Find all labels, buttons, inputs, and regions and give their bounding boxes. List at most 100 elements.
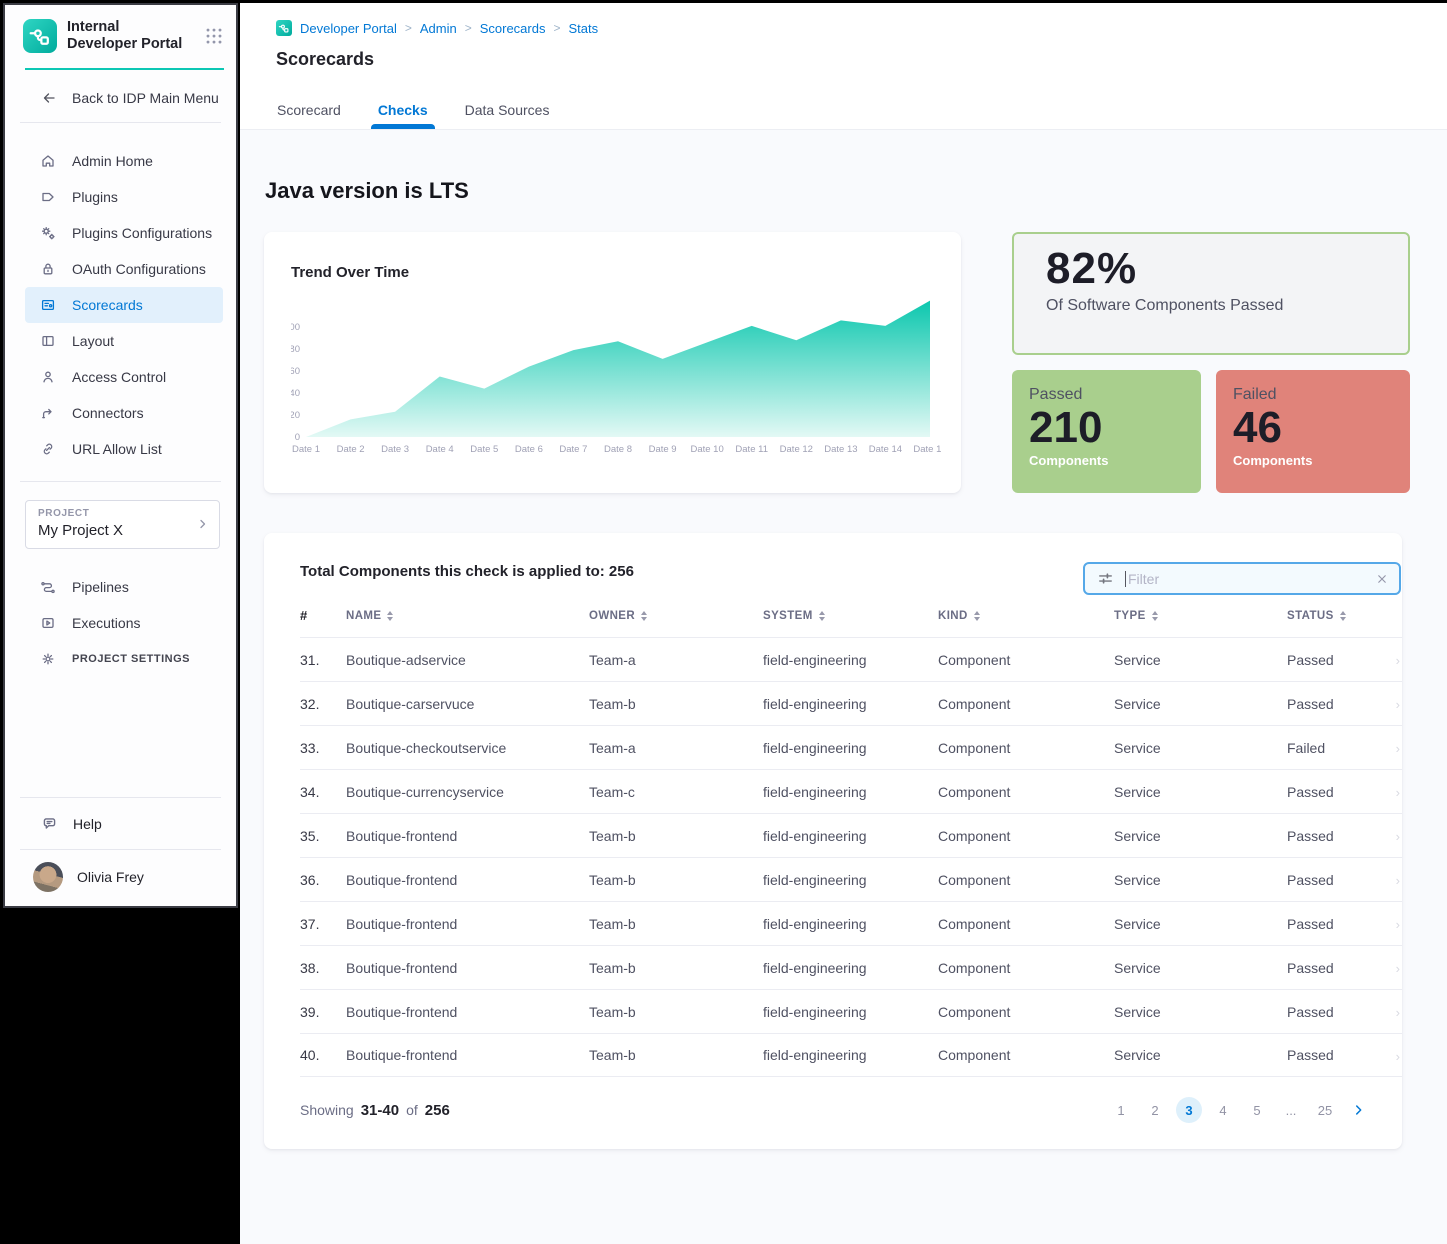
cell-owner: Team-b <box>589 696 763 712</box>
cell-num: 35. <box>300 828 346 844</box>
showing-label: Showing <box>300 1102 354 1118</box>
row-chevron-icon: › <box>1396 829 1400 844</box>
breadcrumb-link-admin[interactable]: Admin <box>420 21 457 36</box>
table-row[interactable]: 36.Boutique-frontendTeam-bfield-engineer… <box>300 857 1402 901</box>
page-2[interactable]: 2 <box>1142 1097 1168 1123</box>
sort-icon[interactable] <box>1340 611 1346 621</box>
table-row[interactable]: 39.Boutique-frontendTeam-bfield-engineer… <box>300 989 1402 1033</box>
table-row[interactable]: 31.Boutique-adserviceTeam-afield-enginee… <box>300 637 1402 681</box>
execution-icon <box>40 615 56 631</box>
sidebar-item-oauth-configurations[interactable]: OAuth Configurations <box>25 251 223 287</box>
sidebar-item-label: Scorecards <box>72 297 143 313</box>
chart-title: Trend Over Time <box>291 264 945 281</box>
column-label: NAME <box>346 610 381 622</box>
sidebar-item-layout[interactable]: Layout <box>25 323 223 359</box>
close-icon[interactable] <box>1375 572 1389 586</box>
cell-status: Passed <box>1287 916 1402 932</box>
cell-name: Boutique-checkoutservice <box>346 740 589 756</box>
cell-kind: Component <box>938 1004 1114 1020</box>
filter-sliders-icon[interactable] <box>1097 570 1114 587</box>
tab-checks[interactable]: Checks <box>378 102 428 129</box>
passed-card: Passed 210 Components <box>1012 370 1201 493</box>
sort-icon[interactable] <box>387 611 393 621</box>
tab-data-sources[interactable]: Data Sources <box>465 102 550 129</box>
tab-scorecard[interactable]: Scorecard <box>277 102 341 129</box>
column-header-status[interactable]: STATUS <box>1287 608 1402 623</box>
cell-system: field-engineering <box>763 740 938 756</box>
sort-icon[interactable] <box>641 611 647 621</box>
sidebar-item-plugins-configurations[interactable]: Plugins Configurations <box>25 215 223 251</box>
showing-summary: Showing 31-40 of 256 <box>300 1102 450 1119</box>
cell-name: Boutique-frontend <box>346 960 589 976</box>
showing-total: 256 <box>425 1102 450 1119</box>
help-button[interactable]: Help <box>5 798 236 849</box>
sidebar-item-label: URL Allow List <box>72 441 162 457</box>
filter-input[interactable] <box>1126 570 1375 588</box>
svg-text:60: 60 <box>291 366 300 377</box>
cell-kind: Component <box>938 960 1114 976</box>
passed-value: 210 <box>1029 404 1201 452</box>
cell-status: Passed <box>1287 652 1402 668</box>
column-header-owner[interactable]: OWNER <box>589 608 763 623</box>
sort-icon[interactable] <box>974 611 980 621</box>
column-label: TYPE <box>1114 610 1146 622</box>
apps-grid-icon[interactable] <box>204 26 224 46</box>
svg-text:Date 13: Date 13 <box>824 444 857 455</box>
sort-icon[interactable] <box>819 611 825 621</box>
pagination-ellipsis: ... <box>1278 1097 1304 1123</box>
cell-num: 31. <box>300 652 346 668</box>
table-row[interactable]: 38.Boutique-frontendTeam-bfield-engineer… <box>300 945 1402 989</box>
page-25[interactable]: 25 <box>1312 1097 1338 1123</box>
sidebar-item-admin-home[interactable]: Admin Home <box>25 143 223 179</box>
table-row[interactable]: 40.Boutique-frontendTeam-bfield-engineer… <box>300 1033 1402 1077</box>
column-header-kind[interactable]: KIND <box>938 608 1114 623</box>
table-row[interactable]: 34.Boutique-currencyserviceTeam-cfield-e… <box>300 769 1402 813</box>
project-selector[interactable]: PROJECT My Project X <box>25 500 220 549</box>
cell-name: Boutique-frontend <box>346 828 589 844</box>
breadcrumb-link-stats[interactable]: Stats <box>568 21 598 36</box>
lock-icon <box>40 261 56 277</box>
sidebar-item-label: Connectors <box>72 405 144 421</box>
cell-status: Passed <box>1287 1047 1402 1063</box>
table-row[interactable]: 37.Boutique-frontendTeam-bfield-engineer… <box>300 901 1402 945</box>
sort-icon[interactable] <box>1152 611 1158 621</box>
sidebar-item-access-control[interactable]: Access Control <box>25 359 223 395</box>
cell-num: 40. <box>300 1047 346 1063</box>
cell-kind: Component <box>938 828 1114 844</box>
row-chevron-icon: › <box>1396 1049 1400 1064</box>
page-4[interactable]: 4 <box>1210 1097 1236 1123</box>
page-5[interactable]: 5 <box>1244 1097 1270 1123</box>
page-1[interactable]: 1 <box>1108 1097 1134 1123</box>
percent-caption: Of Software Components Passed <box>1046 297 1408 315</box>
cell-system: field-engineering <box>763 1004 938 1020</box>
back-label: Back to IDP Main Menu <box>72 90 219 106</box>
sidebar-item-executions[interactable]: Executions <box>25 605 223 641</box>
cell-system: field-engineering <box>763 784 938 800</box>
sidebar-item-scorecards[interactable]: Scorecards <box>25 287 223 323</box>
sidebar-item-connectors[interactable]: Connectors <box>25 395 223 431</box>
svg-text:Date 11: Date 11 <box>735 444 768 455</box>
column-header-name[interactable]: NAME <box>346 608 589 623</box>
page-3[interactable]: 3 <box>1176 1097 1202 1123</box>
table-row[interactable]: 32.Boutique-carservuceTeam-bfield-engine… <box>300 681 1402 725</box>
svg-text:Date 4: Date 4 <box>426 444 454 455</box>
cell-num: 36. <box>300 872 346 888</box>
row-chevron-icon: › <box>1396 697 1400 712</box>
table-row[interactable]: 35.Boutique-frontendTeam-bfield-engineer… <box>300 813 1402 857</box>
column-header-type[interactable]: TYPE <box>1114 608 1287 623</box>
sidebar-item-pipelines[interactable]: Pipelines <box>25 569 223 605</box>
breadcrumb-link-developer-portal[interactable]: Developer Portal <box>300 21 397 36</box>
table-row[interactable]: 33.Boutique-checkoutserviceTeam-afield-e… <box>300 725 1402 769</box>
sidebar-item-project-settings[interactable]: PROJECT SETTINGS <box>25 641 223 677</box>
breadcrumb-link-scorecards[interactable]: Scorecards <box>480 21 546 36</box>
next-page-icon[interactable] <box>1350 1101 1368 1119</box>
svg-text:40: 40 <box>291 388 300 399</box>
column-header-[interactable]: # <box>300 608 346 623</box>
sidebar-item-plugins[interactable]: Plugins <box>25 179 223 215</box>
sidebar-item-url-allow-list[interactable]: URL Allow List <box>25 431 223 467</box>
cell-type: Service <box>1114 1004 1287 1020</box>
back-to-main-menu[interactable]: Back to IDP Main Menu <box>5 70 236 122</box>
user-menu[interactable]: Olivia Frey <box>5 850 236 906</box>
column-header-system[interactable]: SYSTEM <box>763 608 938 623</box>
divider <box>20 481 221 482</box>
